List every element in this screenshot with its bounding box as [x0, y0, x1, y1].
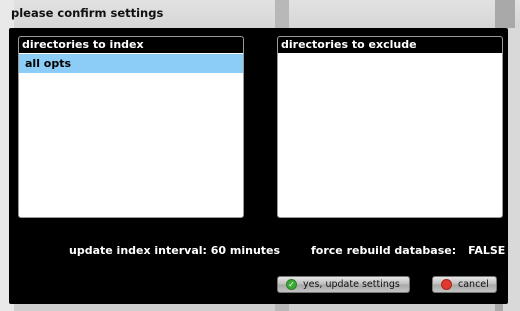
update-settings-button[interactable]: ✓ yes, update settings: [277, 276, 410, 293]
cancel-icon: [441, 279, 452, 290]
force-rebuild-value: FALSE: [468, 244, 506, 257]
update-settings-label: yes, update settings: [303, 279, 400, 290]
cancel-label: cancel: [458, 279, 489, 290]
list-item[interactable]: all opts: [19, 54, 243, 73]
exclude-directories-panel: directories to exclude: [277, 36, 503, 218]
index-panel-header: directories to index: [19, 37, 243, 54]
update-interval-label: update index interval: 60 minutes: [69, 244, 281, 257]
check-icon: ✓: [286, 279, 297, 290]
dialog-title: please confirm settings: [11, 6, 164, 20]
force-rebuild-label: force rebuild database:: [311, 244, 457, 257]
exclude-panel-header: directories to exclude: [278, 37, 502, 54]
force-rebuild-row: force rebuild database: FALSE: [311, 244, 505, 257]
index-directories-panel: directories to index all opts: [18, 36, 244, 218]
cancel-button[interactable]: cancel: [432, 276, 497, 293]
index-directory-list[interactable]: all opts: [19, 54, 243, 73]
settings-dialog: directories to index all opts directorie…: [9, 28, 508, 304]
